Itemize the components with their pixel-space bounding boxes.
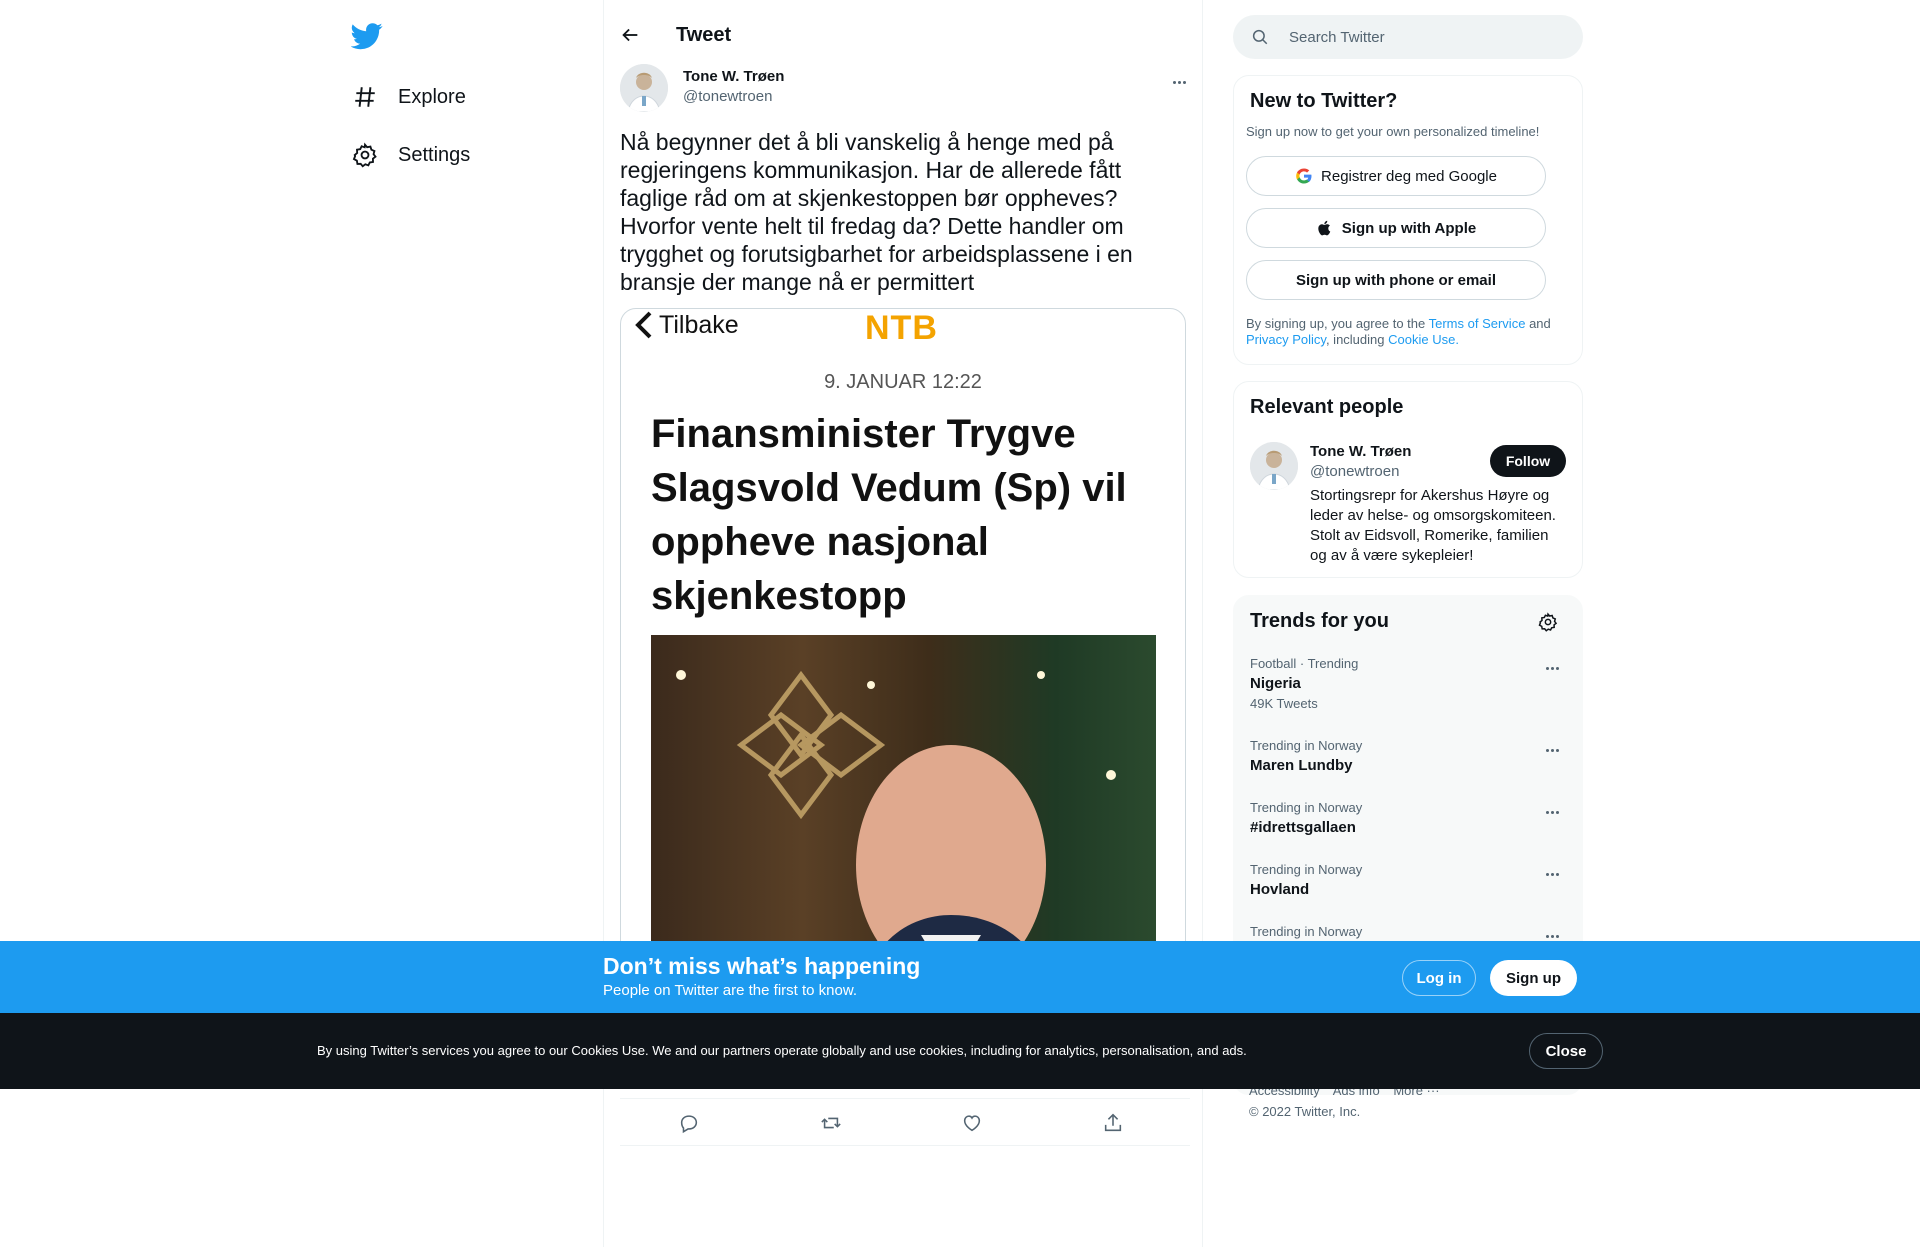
person-name[interactable]: Tone W. Trøen	[1310, 443, 1411, 460]
nav-item-settings[interactable]: Settings	[352, 135, 470, 175]
media-back-text: Tilbake	[659, 310, 739, 339]
person-handle[interactable]: @tonewtroen	[1310, 463, 1399, 480]
legal-prefix: By signing up, you agree to the	[1246, 316, 1426, 331]
apple-icon	[1316, 219, 1334, 237]
trend-name: Nigeria	[1250, 675, 1301, 692]
more-options-icon[interactable]	[1168, 74, 1190, 90]
hashtag-icon	[352, 84, 378, 110]
trend-item[interactable]: Trending in Norway Maren Lundby	[1234, 738, 1584, 798]
banner-subtitle: People on Twitter are the first to know.	[603, 982, 858, 999]
banner-title: Don’t miss what’s happening	[603, 953, 921, 979]
retweet-icon[interactable]	[820, 1112, 842, 1134]
tweet-text: Nå begynner det å bli vanskelig å henge …	[620, 129, 1133, 295]
more-options-icon[interactable]	[1542, 866, 1562, 882]
nav-label-settings: Settings	[398, 143, 471, 166]
apple-signup-label: Sign up with Apple	[1341, 219, 1477, 237]
tweet-actions	[620, 1098, 1190, 1146]
nav-label-explore: Explore	[398, 85, 466, 108]
relevant-people-title: Relevant people	[1250, 396, 1404, 418]
nav-item-explore[interactable]: Explore	[352, 77, 466, 117]
trend-meta: Football · Trending	[1250, 656, 1359, 671]
relevant-people-card: Relevant people Tone W. Trøen @tonewtroe…	[1233, 381, 1583, 578]
more-options-icon[interactable]	[1542, 660, 1562, 676]
media-photo	[651, 635, 1156, 987]
gear-icon[interactable]	[1538, 612, 1558, 632]
trend-item[interactable]: Trending in Norway Hovland	[1234, 862, 1584, 922]
tweet-header: Tweet	[604, 0, 1204, 72]
twitter-bird-icon[interactable]	[350, 20, 383, 52]
phone-email-signup-label: Sign up with phone or email	[1295, 271, 1496, 289]
search-icon	[1251, 28, 1269, 46]
avatar[interactable]	[1250, 442, 1298, 490]
signup-card-subtitle: Sign up now to get your own personalized…	[1246, 124, 1540, 139]
trend-item[interactable]: Trending in Norway #idrettsgallaen	[1234, 800, 1584, 860]
follow-button[interactable]: Follow	[1490, 445, 1566, 477]
tweet-author: Tone W. Trøen @tonewtroen	[620, 64, 1190, 114]
google-icon	[1295, 167, 1313, 185]
media-date: 9. JANUAR 12:22	[824, 371, 982, 393]
signup-banner: Don’t miss what’s happening People on Tw…	[0, 941, 1920, 1013]
cookie-consent-bar: By using Twitter’s services you agree to…	[0, 1013, 1920, 1089]
search-input[interactable]	[1289, 28, 1549, 46]
apple-signup-button[interactable]: Sign up with Apple	[1246, 208, 1546, 248]
trend-item[interactable]: Football · Trending Nigeria 49K Tweets	[1234, 656, 1584, 716]
legal-and: and	[1529, 316, 1551, 331]
signup-legal-text: By signing up, you agree to the Terms of…	[1246, 316, 1566, 348]
trend-name: Hovland	[1250, 881, 1310, 898]
author-handle[interactable]: @tonewtroen	[683, 88, 772, 105]
more-options-icon[interactable]	[1542, 804, 1562, 820]
more-options-icon[interactable]	[1542, 742, 1562, 758]
trend-meta: Trending in Norway	[1250, 800, 1363, 815]
signup-button[interactable]: Sign up	[1490, 960, 1577, 996]
trend-name: #idrettsgallaen	[1250, 819, 1356, 836]
copyright: © 2022 Twitter, Inc.	[1249, 1104, 1361, 1119]
phone-email-signup-button[interactable]: Sign up with phone or email	[1246, 260, 1546, 300]
arrow-left-icon[interactable]	[619, 24, 641, 46]
trend-meta: Trending in Norway	[1250, 924, 1363, 939]
signup-card-title: New to Twitter?	[1250, 90, 1398, 112]
close-button[interactable]: Close	[1529, 1033, 1603, 1069]
login-button[interactable]: Log in	[1402, 960, 1476, 996]
tweet-media-image[interactable]: Tilbake NTB 9. JANUAR 12:22 Finansminist…	[620, 308, 1186, 988]
like-icon[interactable]	[961, 1112, 983, 1134]
trend-meta: Trending in Norway	[1250, 738, 1363, 753]
signup-card: New to Twitter? Sign up now to get your …	[1233, 75, 1583, 365]
search-box[interactable]	[1233, 15, 1583, 59]
google-signup-label: Registrer deg med Google	[1321, 167, 1497, 185]
google-signup-button[interactable]: Registrer deg med Google	[1246, 156, 1546, 196]
share-icon[interactable]	[1102, 1112, 1124, 1134]
media-brand-logo: NTB	[865, 309, 938, 347]
chevron-left-icon	[635, 311, 652, 339]
person-bio: Stortingsrepr for Akershus Høyre og lede…	[1310, 487, 1556, 564]
trend-name: Maren Lundby	[1250, 757, 1353, 774]
media-headline: Finansminister Trygve Slagsvold Vedum (S…	[651, 412, 1127, 618]
cookie-use-link[interactable]: Cookie Use.	[1388, 332, 1459, 347]
page-title: Tweet	[676, 24, 732, 46]
gear-icon	[352, 142, 378, 168]
media-back-label: Tilbake	[633, 309, 739, 341]
legal-including: , including	[1325, 332, 1385, 347]
trend-count: 49K Tweets	[1250, 696, 1318, 711]
avatar[interactable]	[620, 64, 668, 112]
cookie-text: By using Twitter’s services you agree to…	[317, 1043, 1247, 1058]
reply-icon[interactable]	[678, 1112, 700, 1134]
privacy-policy-link[interactable]: Privacy Policy	[1246, 332, 1326, 347]
author-name[interactable]: Tone W. Trøen	[683, 68, 784, 85]
terms-of-service-link[interactable]: Terms of Service	[1429, 316, 1526, 331]
trends-title: Trends for you	[1250, 610, 1389, 632]
trend-meta: Trending in Norway	[1250, 862, 1363, 877]
